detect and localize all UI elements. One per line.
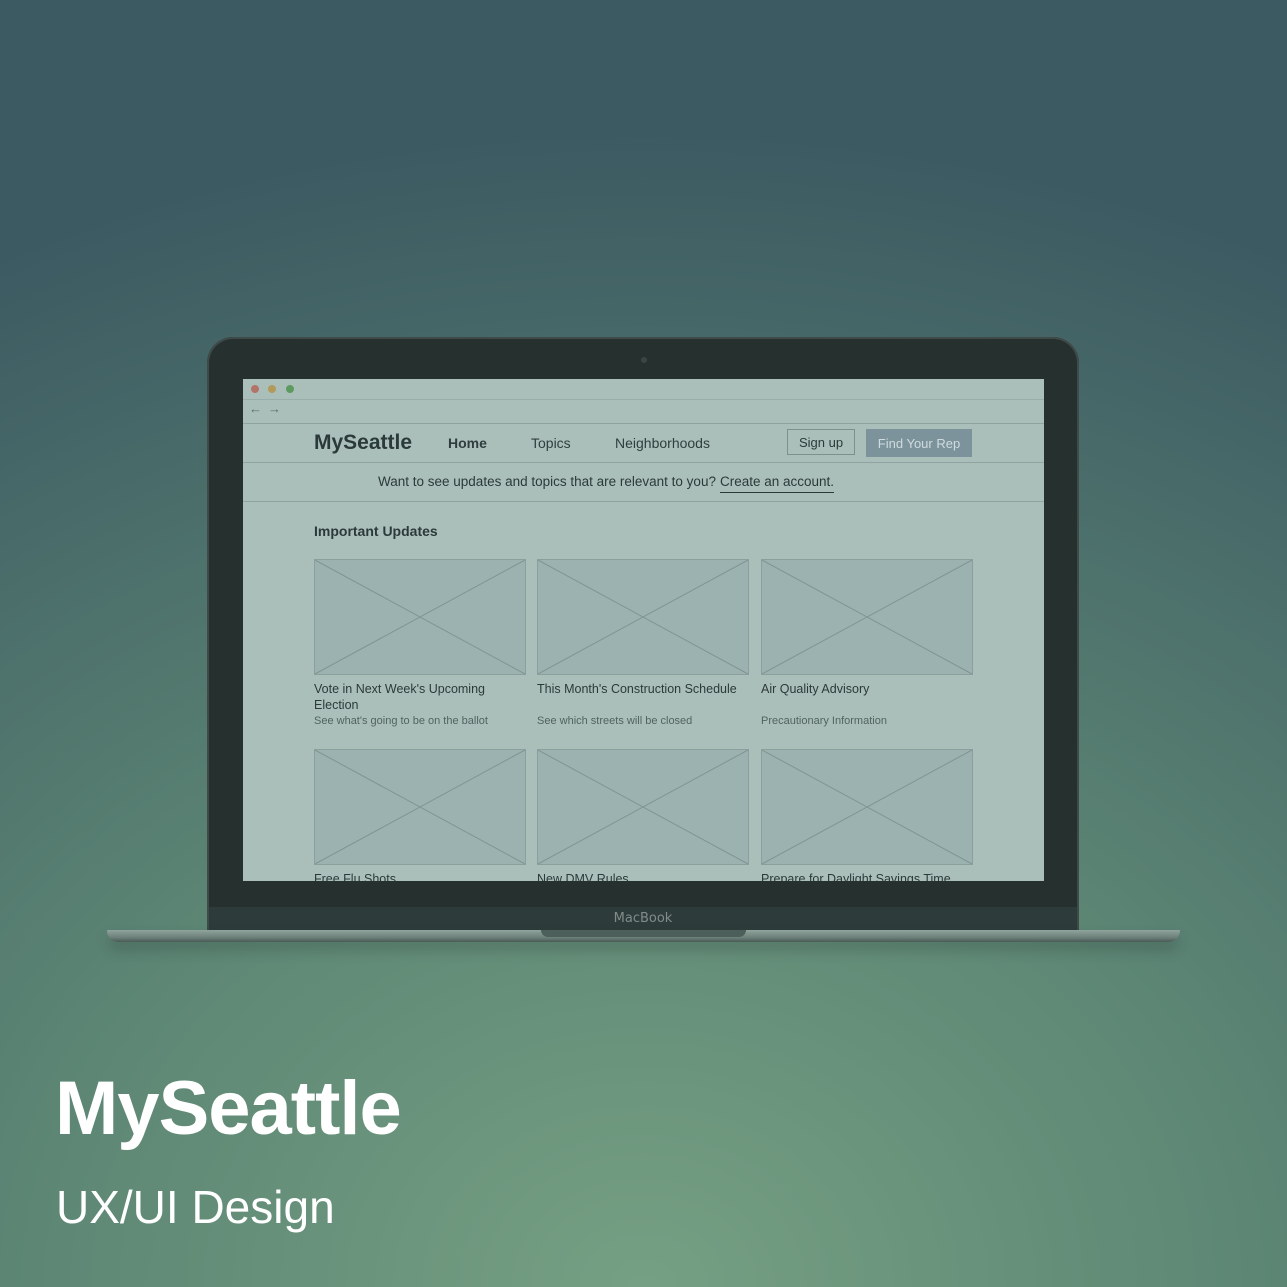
nav-topics[interactable]: Topics [531, 435, 571, 451]
nav-neighborhoods[interactable]: Neighborhoods [615, 435, 710, 451]
laptop-chin: MacBook [209, 907, 1077, 932]
banner-message: Want to see updates and topics that are … [378, 474, 716, 489]
card-subtitle: See what's going to be on the ballot [314, 715, 488, 727]
image-placeholder [537, 749, 749, 865]
update-card[interactable]: New DMV Rules [537, 749, 749, 881]
sign-up-button[interactable]: Sign up [787, 429, 855, 455]
camera-icon [641, 357, 647, 363]
update-card[interactable]: Prepare for Daylight Savings Time [761, 749, 973, 881]
site-logo[interactable]: MySeattle [314, 431, 412, 455]
update-card[interactable]: Air Quality Advisory Precautionary Infor… [761, 559, 973, 727]
tab-divider [243, 399, 1044, 400]
image-placeholder [761, 749, 973, 865]
update-card[interactable]: This Month's Construction Schedule See w… [537, 559, 749, 727]
find-your-rep-button[interactable]: Find Your Rep [866, 429, 972, 457]
laptop-notch [541, 930, 746, 937]
image-placeholder [761, 559, 973, 675]
card-title: Prepare for Daylight Savings Time [761, 872, 951, 881]
browser-screen: ← → MySeattle Home Topics Neighborhoods … [243, 379, 1044, 881]
account-banner: Want to see updates and topics that are … [243, 463, 1044, 502]
hero-subtitle: UX/UI Design [56, 1181, 335, 1233]
device-label: MacBook [613, 911, 673, 926]
image-placeholder [314, 559, 526, 675]
hero-title: MySeattle [55, 1066, 402, 1151]
close-window-icon[interactable] [251, 385, 259, 393]
nav-home[interactable]: Home [448, 435, 487, 451]
site-header: MySeattle Home Topics Neighborhoods Sign… [243, 423, 1044, 463]
browser-chrome: ← → [243, 379, 1044, 424]
image-placeholder [537, 559, 749, 675]
update-card[interactable]: Free Flu Shots [314, 749, 526, 881]
card-title: New DMV Rules [537, 872, 629, 881]
section-title: Important Updates [314, 523, 438, 539]
create-account-link[interactable]: Create an account. [719, 474, 835, 493]
forward-arrow-icon[interactable]: → [268, 401, 281, 416]
update-card[interactable]: Vote in Next Week's Upcoming Election Se… [314, 559, 526, 727]
banner-text: Want to see updates and topics that are … [378, 474, 835, 493]
card-subtitle: Precautionary Information [761, 715, 887, 727]
back-arrow-icon[interactable]: ← [249, 401, 262, 416]
maximize-window-icon[interactable] [286, 385, 294, 393]
minimize-window-icon[interactable] [268, 385, 276, 393]
card-title: This Month's Construction Schedule [537, 682, 737, 696]
card-subtitle: See which streets will be closed [537, 715, 693, 727]
card-title: Air Quality Advisory [761, 682, 870, 696]
image-placeholder [314, 749, 526, 865]
card-title: Vote in Next Week's Upcoming Election [314, 682, 485, 712]
card-title: Free Flu Shots [314, 872, 396, 881]
